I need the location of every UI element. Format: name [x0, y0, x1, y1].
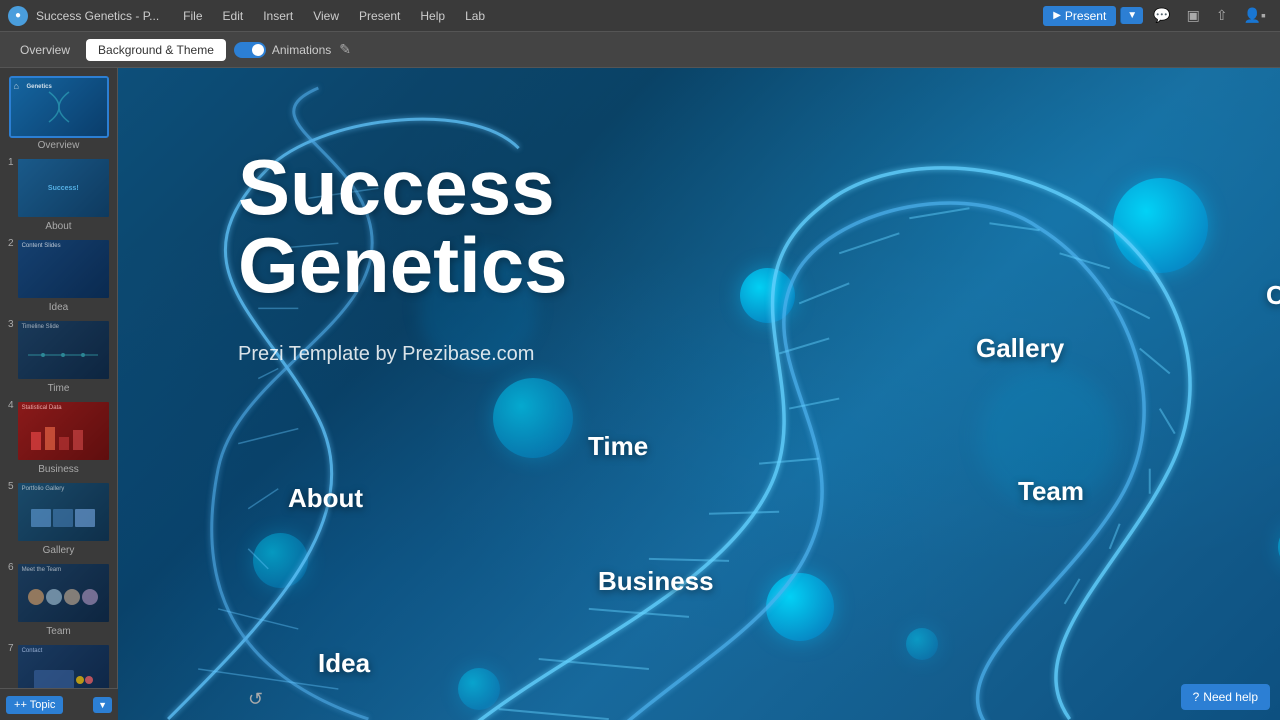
tab-overview[interactable]: Overview [8, 39, 82, 61]
slide-thumb-team[interactable]: Meet the Team [16, 562, 111, 624]
slide-thumb-idea[interactable]: Content Slides [16, 238, 111, 300]
slide-item-about[interactable]: 1 Success! About [6, 157, 111, 232]
idea-thumb-images [61, 253, 66, 285]
question-icon: ? [1193, 690, 1200, 704]
nav-label-time[interactable]: Time [588, 431, 648, 462]
time-thumb-svg [23, 345, 103, 365]
menu-insert[interactable]: Insert [255, 7, 301, 25]
slide-item-gallery[interactable]: 5 Portfolio Gallery Gallery [6, 481, 111, 556]
app-icon: ● [8, 6, 28, 26]
present-dropdown[interactable]: ▼ [1120, 7, 1143, 24]
menu-present[interactable]: Present [351, 7, 408, 25]
nav-label-contact[interactable]: Contact [1266, 280, 1280, 311]
comment-icon[interactable]: ✎ [339, 41, 351, 58]
presentation-canvas[interactable]: Success Genetics Prezi Template by Prezi… [118, 68, 1280, 720]
add-topic-bar: + + Topic ▼ [0, 688, 118, 720]
help-button[interactable]: ? Need help [1181, 684, 1270, 710]
slide-item-time[interactable]: 3 Timeline Slide Time [6, 319, 111, 394]
menu-file[interactable]: File [175, 7, 210, 25]
menu-view[interactable]: View [305, 7, 347, 25]
slide-thumb-time[interactable]: Timeline Slide [16, 319, 111, 381]
toolbar: Overview Background & Theme Animations ✎ [0, 32, 1280, 68]
main-title: Success Genetics [238, 148, 567, 304]
undo-button[interactable]: ↺ [248, 689, 263, 710]
slide-panel: ⌂ Genetics Overview 1 [0, 68, 118, 720]
title-line2: Genetics [238, 226, 567, 304]
slide-item-overview[interactable]: ⌂ Genetics Overview [6, 76, 111, 151]
add-topic-button[interactable]: + + Topic [6, 696, 63, 714]
nav-label-business[interactable]: Business [598, 566, 714, 597]
add-topic-dropdown[interactable]: ▼ [93, 697, 112, 713]
menu-help[interactable]: Help [412, 7, 453, 25]
home-icon: ⌂ [14, 81, 19, 91]
menu-edit[interactable]: Edit [215, 7, 252, 25]
title-line1: Success [238, 148, 567, 226]
menu-bar: ● Success Genetics - P... File Edit Inse… [0, 0, 1280, 32]
animations-toggle[interactable] [234, 42, 266, 58]
main-layout: ⌂ Genetics Overview 1 [0, 68, 1280, 720]
slide-item-team[interactable]: 6 Meet the Team Team [6, 562, 111, 637]
slide-thumb-business[interactable]: Statistical Data [16, 400, 111, 462]
main-subtitle: Prezi Template by Prezibase.com [238, 343, 534, 366]
nav-label-about[interactable]: About [288, 483, 363, 514]
nav-label-team[interactable]: Team [1018, 476, 1084, 507]
business-thumb-svg [23, 422, 103, 452]
comment-toolbar-icon[interactable]: 💬 [1147, 4, 1176, 27]
menu-lab[interactable]: Lab [457, 7, 493, 25]
screen-share-icon[interactable]: ▣ [1181, 4, 1206, 27]
tab-background-theme[interactable]: Background & Theme [86, 39, 226, 61]
animations-toggle-group: Animations [234, 42, 331, 58]
sidebar-wrapper: ⌂ Genetics Overview 1 [0, 68, 118, 720]
slide-thumb-overview[interactable]: ⌂ Genetics [9, 76, 109, 138]
user-icon[interactable]: 👤▪ [1238, 4, 1272, 27]
slide-item-business[interactable]: 4 Statistical Data Busi [6, 400, 111, 475]
present-button[interactable]: ▶ Present [1043, 6, 1116, 26]
nav-label-idea[interactable]: Idea [318, 648, 370, 679]
app-title: Success Genetics - P... [36, 9, 159, 23]
thumb-dna-svg [29, 87, 89, 127]
animations-label: Animations [272, 43, 331, 57]
slide-thumb-gallery[interactable]: Portfolio Gallery [16, 481, 111, 543]
slide-item-idea[interactable]: 2 Content Slides Idea [6, 238, 111, 313]
play-icon: ▶ [1053, 10, 1061, 21]
slide-thumb-inner-overview: ⌂ Genetics [11, 78, 107, 136]
share-icon[interactable]: ⇧ [1210, 4, 1234, 27]
team-avatars [26, 587, 100, 607]
nav-label-gallery[interactable]: Gallery [976, 333, 1064, 364]
slide-thumb-about[interactable]: Success! [16, 157, 111, 219]
